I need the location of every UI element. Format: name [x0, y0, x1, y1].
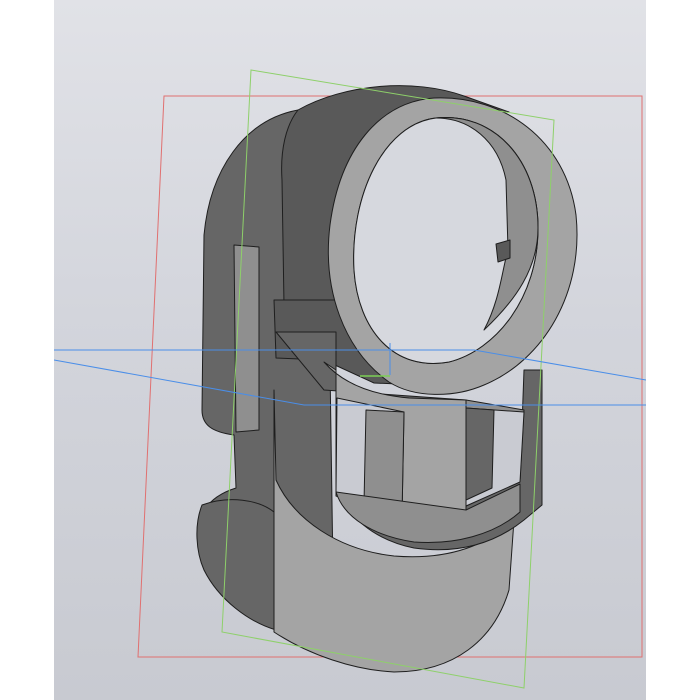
slot-right-inner: [465, 407, 495, 501]
part-body[interactable]: [196, 85, 578, 673]
part-left-wall: [233, 244, 260, 433]
model-scene[interactable]: [54, 0, 646, 700]
part-lower-lug: [196, 499, 277, 631]
ring-bore-step: [495, 239, 511, 263]
3d-viewport[interactable]: [54, 0, 646, 700]
